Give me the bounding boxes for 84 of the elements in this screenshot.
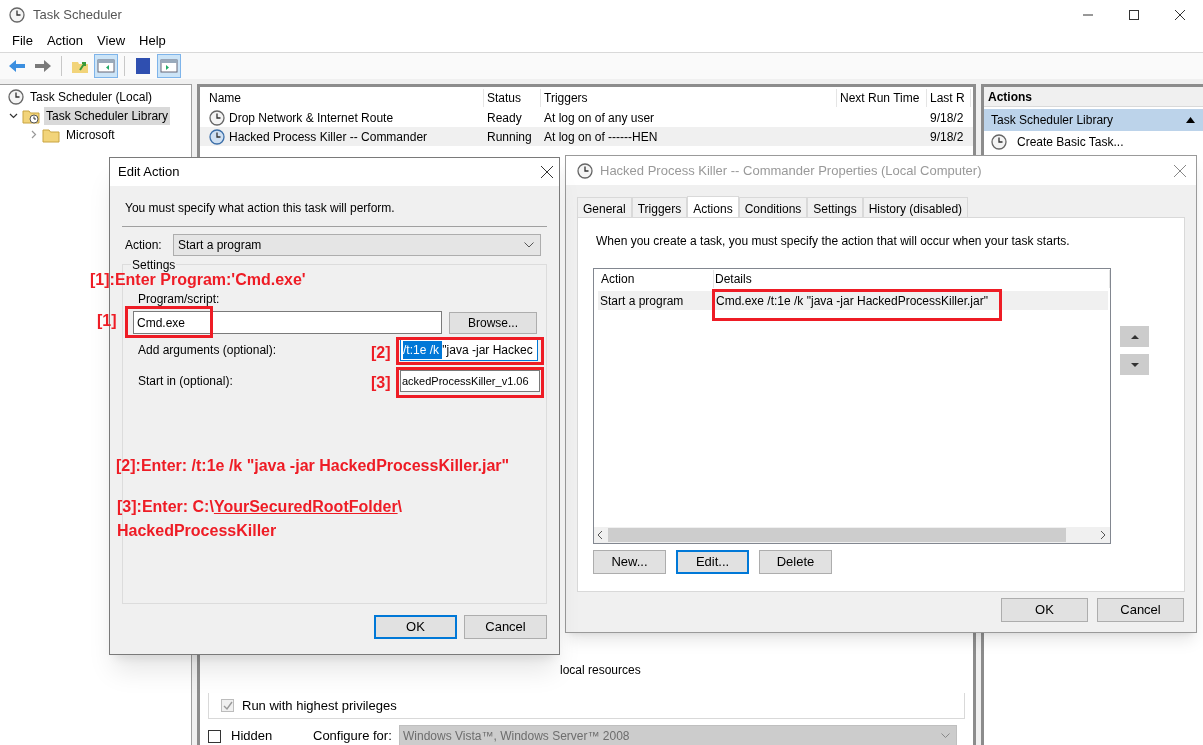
table-cell-text: Running xyxy=(487,128,532,146)
checkbox[interactable] xyxy=(208,729,221,743)
section-header[interactable]: Task Scheduler Library xyxy=(984,109,1203,131)
tab[interactable]: History (disabled) xyxy=(862,197,969,217)
annotation-marker: [2] xyxy=(371,343,391,363)
checkbox-label: Run with highest privileges xyxy=(242,696,397,715)
dialog-clock-icon xyxy=(577,162,593,179)
table-cell: Cmd.exe /t:1e /k "java -jar HackedProcessKiller.jar" xyxy=(716,293,988,308)
caret-down-icon xyxy=(1130,362,1139,367)
arguments-field[interactable]: /t:1e /k "java -jar Hackec xyxy=(400,339,538,361)
task-row[interactable]: Hacked Process Killer -- Commander Running At log on of ------HEN 9/18/2 xyxy=(200,127,973,146)
pane-title: Actions xyxy=(984,87,1203,107)
table-cell-text: 9/18/2 xyxy=(930,128,964,146)
table-cell: Start a program xyxy=(600,293,684,308)
move-down-button[interactable] xyxy=(1120,354,1149,375)
caret-up-icon xyxy=(1130,334,1139,339)
table-cell-text: Hacked Process Killer -- Commander xyxy=(229,128,428,146)
chevron-down-icon xyxy=(524,242,534,248)
menu-item[interactable]: Action xyxy=(39,31,91,51)
horizontal-scrollbar[interactable] xyxy=(594,527,1110,543)
column-header[interactable]: Action xyxy=(601,272,635,286)
field-label: Action: xyxy=(125,237,163,254)
column-header[interactable]: Name xyxy=(206,89,484,107)
column-header[interactable]: Triggers xyxy=(541,89,837,107)
dialog-button[interactable]: Cancel xyxy=(464,615,547,639)
annotation-text: [3]:Enter: C:\YourSecuredRootFolder\ HackedProcessKiller xyxy=(117,497,403,541)
description-text: When you create a task, you must specify the action that will occur when your task starts. xyxy=(596,233,1071,250)
table-cell-text: Ready xyxy=(487,109,522,127)
app-clock-icon xyxy=(9,7,25,23)
annotation-text: [2]:Enter: /t:1e /k "java -jar HackedProcessKiller.jar" xyxy=(116,456,510,476)
table-row[interactable]: Start a program Cmd.exe /t:1e /k "java -jar HackedProcessKiller.jar" xyxy=(598,291,1108,310)
field-label: Configure for: xyxy=(313,727,393,745)
table-cell-text: At log on of any user xyxy=(544,109,655,127)
clock-icon xyxy=(209,109,225,126)
dialog-button[interactable]: Delete xyxy=(759,550,832,574)
settings-text: local resources xyxy=(560,662,642,679)
tab[interactable]: Settings xyxy=(807,197,863,217)
start-in-field[interactable]: ackedProcessKiller_v1.06 xyxy=(400,370,540,392)
instruction-text: You must specify what action this task will perform. xyxy=(125,200,396,217)
close-icon[interactable] xyxy=(541,166,553,178)
action-dropdown[interactable]: Start a program xyxy=(173,234,541,256)
tab[interactable]: General xyxy=(577,197,632,217)
dialog-button[interactable]: OK xyxy=(1001,598,1088,622)
tab[interactable]: Triggers xyxy=(631,197,688,217)
checkbox[interactable] xyxy=(221,699,234,712)
menu-item[interactable]: View xyxy=(90,31,133,51)
field-label: Start in (optional): xyxy=(138,373,233,390)
dialog-button[interactable]: New... xyxy=(593,550,666,574)
dialog-title: Edit Action xyxy=(118,163,181,182)
folder-clock-icon xyxy=(22,107,40,124)
column-header[interactable]: Last R xyxy=(927,89,971,107)
browse-button[interactable]: Browse... xyxy=(449,311,537,334)
column-header[interactable]: Status xyxy=(484,89,541,107)
table-cell-text: 9/18/2 xyxy=(930,109,964,127)
tab[interactable]: Actions xyxy=(687,196,739,218)
table-cell-text: At log on of ------HEN xyxy=(544,128,658,146)
chevron-down-icon xyxy=(941,733,950,739)
program-field[interactable]: Cmd.exe xyxy=(133,311,442,334)
table-cell-text: Drop Network & Internet Route xyxy=(229,109,394,127)
dialog-button[interactable]: Edit... xyxy=(676,550,749,574)
field-label: Program/script: xyxy=(138,291,220,305)
field-label: Add arguments (optional): xyxy=(138,342,277,359)
column-header[interactable]: Details xyxy=(715,272,752,286)
task-row[interactable]: Drop Network & Internet Route Ready At log on of any user 9/18/2 xyxy=(200,108,973,127)
window-pane-icon[interactable] xyxy=(94,54,118,78)
tree-item[interactable]: Microsoft xyxy=(64,125,117,144)
clock-icon xyxy=(209,128,225,145)
checkbox-label: Hidden xyxy=(231,727,274,745)
clock-icon xyxy=(8,88,24,105)
tab[interactable]: Conditions xyxy=(738,197,808,217)
tree-item[interactable]: Task Scheduler (Local) xyxy=(28,87,155,106)
caret-up-icon xyxy=(1186,117,1195,123)
menu-item[interactable]: Help xyxy=(132,31,173,51)
tree-item[interactable]: Task Scheduler Library xyxy=(44,106,171,125)
task-clock-icon xyxy=(991,134,1007,150)
action-link[interactable]: Create Basic Task... xyxy=(1017,133,1124,151)
dialog-title: Hacked Process Killer -- Commander Properties (Local Computer) xyxy=(600,161,982,180)
dialog-button[interactable]: OK xyxy=(374,615,457,639)
menu-item[interactable]: File xyxy=(5,31,40,51)
move-up-button[interactable] xyxy=(1120,326,1149,347)
column-header[interactable]: Next Run Time xyxy=(837,89,927,107)
annotation-marker: [3] xyxy=(371,373,391,393)
dialog-button[interactable]: Cancel xyxy=(1097,598,1184,622)
window-title: Task Scheduler xyxy=(33,6,122,25)
